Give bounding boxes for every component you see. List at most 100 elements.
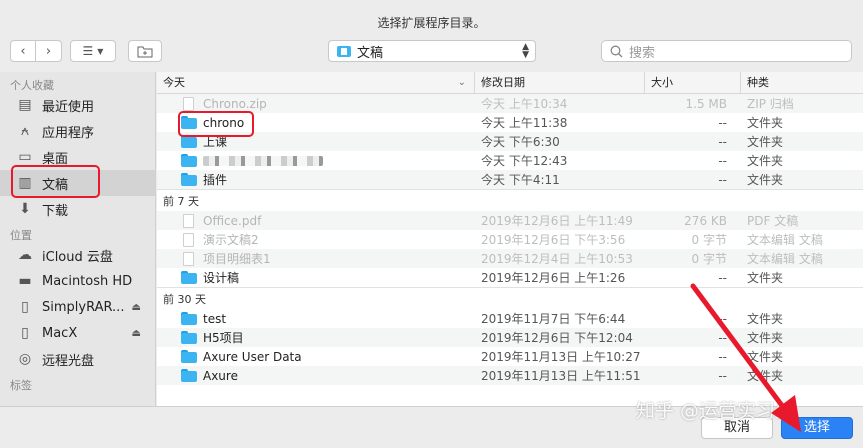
date-cell: 今天 上午11:38 [481,116,568,130]
kind-cell: 文件夹 [747,312,784,326]
desktop-icon: ▭ [18,149,32,165]
size-cell: -- [718,115,727,130]
forward-button[interactable]: › [36,40,62,62]
table-row[interactable]: Office.pdf 2019年12月6日 上午11:49 276 KB PDF 文稿 [157,211,863,230]
documents-folder-icon [337,46,351,57]
name-cell: Office.pdf [157,213,475,228]
sidebar-item-label: 最近使用 [42,99,95,115]
sidebar-item-simplyrar[interactable]: ▯ SimplyRAR... ⏏ [0,294,155,320]
document-icon [183,96,194,111]
table-row[interactable]: test 2019年11月7日 下午6:44 -- 文件夹 [157,309,863,328]
table-row[interactable]: 上课 今天 下午6:30 -- 文件夹 [157,132,863,151]
favorites-header: 个人收藏 [10,79,54,92]
table-row[interactable]: chrono 今天 上午11:38 -- 文件夹 [157,113,863,132]
size-cell: -- [718,134,727,149]
folder-icon [181,271,197,284]
folder-icon [181,173,197,186]
date-cell: 今天 上午10:34 [481,97,568,111]
table-row[interactable]: Axure 2019年11月13日 上午11:51 -- 文件夹 [157,366,863,385]
column-kind[interactable]: 种类 [741,72,863,94]
eject-icon[interactable]: ⏏ [132,328,141,339]
sidebar-item-macx[interactable]: ▯ MacX ⏏ [0,320,155,346]
file-name: 演示文稿2 [203,233,259,247]
kind-cell: 文本编辑 文稿 [747,252,823,266]
week-group: Office.pdf 2019年12月6日 上午11:49 276 KB PDF 文稿… [157,211,863,287]
dialog-title: 选择扩展程序目录。 [377,16,486,30]
date-cell: 2019年11月7日 下午6:44 [481,312,626,326]
new-folder-button[interactable] [128,40,162,62]
file-name: Office.pdf [203,213,262,228]
sidebar-item-icloud[interactable]: ☁ iCloud 云盘 [0,242,155,268]
chevron-left-icon: ‹ [20,43,26,59]
view-options-button[interactable]: ☰ ▼ [70,40,116,62]
sidebar-item-recents[interactable]: ▤ 最近使用 [0,92,155,118]
name-cell: 演示文稿2 [157,231,475,248]
document-icon [183,232,194,247]
table-row[interactable]: Axure User Data 2019年11月13日 上午10:27 -- 文件夹 [157,347,863,366]
date-cell: 今天 下午12:43 [481,154,568,168]
column-size[interactable]: 大小 [645,72,741,94]
date-cell: 2019年11月13日 上午10:27 [481,350,641,364]
column-name-label: 今天 [163,76,185,89]
size-cell: -- [718,270,727,285]
kind-cell: 文件夹 [747,331,784,345]
size-cell: -- [718,330,727,345]
table-row[interactable]: 设计稿 2019年12月6日 上午1:26 -- 文件夹 [157,268,863,287]
location-select[interactable]: 文稿 ▲ ▼ [328,40,536,62]
sidebar-item-macintosh-hd[interactable]: ▬ Macintosh HD [0,268,155,294]
file-name: 设计稿 [203,271,240,285]
list-view-icon: ☰ [82,44,94,58]
file-name: Axure User Data [203,349,302,364]
name-cell: 设计稿 [157,269,475,286]
location-label: 文稿 [357,45,384,61]
kind-cell: ZIP 归档 [747,97,794,111]
sidebar-item-label: MacX [42,325,78,341]
sidebar-item-label: Macintosh HD [42,273,133,289]
name-cell: 项目明细表1 [157,250,475,267]
sidebar-item-applications[interactable]: ⍲ 应用程序 [0,118,155,144]
disk-icon: ▯ [21,325,29,341]
name-cell: Axure [157,369,475,383]
search-field[interactable]: 搜索 [601,40,852,62]
size-cell: -- [718,311,727,326]
sidebar-item-label: SimplyRAR... [42,299,125,315]
chevron-down-icon: ▼ [97,46,104,56]
table-row[interactable]: 演示文稿2 2019年12月6日 下午3:56 0 字节 文本编辑 文稿 [157,230,863,249]
new-folder-icon [137,46,153,57]
file-name: 项目明细表1 [203,252,271,266]
name-cell: Axure User Data [157,350,475,364]
kind-cell: 文本编辑 文稿 [747,233,823,247]
sidebar-item-label: 下载 [42,203,69,219]
date-cell: 2019年12月6日 下午12:04 [481,331,633,345]
date-cell: 今天 下午6:30 [481,135,560,149]
redacted-name [203,155,323,166]
size-cell: 0 字节 [691,233,727,247]
search-placeholder: 搜索 [629,45,656,61]
sidebar-item-label: 应用程序 [42,125,95,141]
table-row[interactable]: H5项目 2019年12月6日 下午12:04 -- 文件夹 [157,328,863,347]
sidebar-item-downloads[interactable]: ⬇ 下载 [0,196,155,222]
name-cell: test [157,312,475,326]
column-date[interactable]: 修改日期 [475,72,645,94]
back-button[interactable]: ‹ [10,40,36,62]
sidebar-item-remote-disc[interactable]: ◎ 远程光盘 [0,346,155,372]
table-row[interactable]: 今天 下午12:43 -- 文件夹 [157,151,863,170]
eject-icon[interactable]: ⏏ [132,302,141,313]
column-size-label: 大小 [651,76,673,89]
date-cell: 2019年12月6日 上午11:49 [481,214,633,228]
annotation-box-chrono [178,111,254,137]
table-row[interactable]: Chrono.zip 今天 上午10:34 1.5 MB ZIP 归档 [157,94,863,113]
name-cell [157,154,475,167]
folder-icon [181,154,197,167]
sidebar-item-label: 远程光盘 [42,353,95,369]
table-row[interactable]: 项目明细表1 2019年12月4日 上午10:53 0 字节 文本编辑 文稿 [157,249,863,268]
date-cell: 2019年11月13日 上午11:51 [481,369,641,383]
sidebar: 个人收藏 ▤ 最近使用 ⍲ 应用程序 ▭ 桌面 ▥ 文稿 ⬇ 下载 位置 ☁ i… [0,72,156,406]
file-name: Chrono.zip [203,96,267,111]
column-name[interactable]: 今天 ⌄ [157,72,475,94]
table-row[interactable]: 插件 今天 下午4:11 -- 文件夹 [157,170,863,189]
today-group: Chrono.zip 今天 上午10:34 1.5 MB ZIP 归档 chrono 今天… [157,94,863,189]
date-cell: 今天 下午4:11 [481,173,560,187]
locations-header: 位置 [10,229,32,242]
chevron-right-icon: › [45,43,52,59]
